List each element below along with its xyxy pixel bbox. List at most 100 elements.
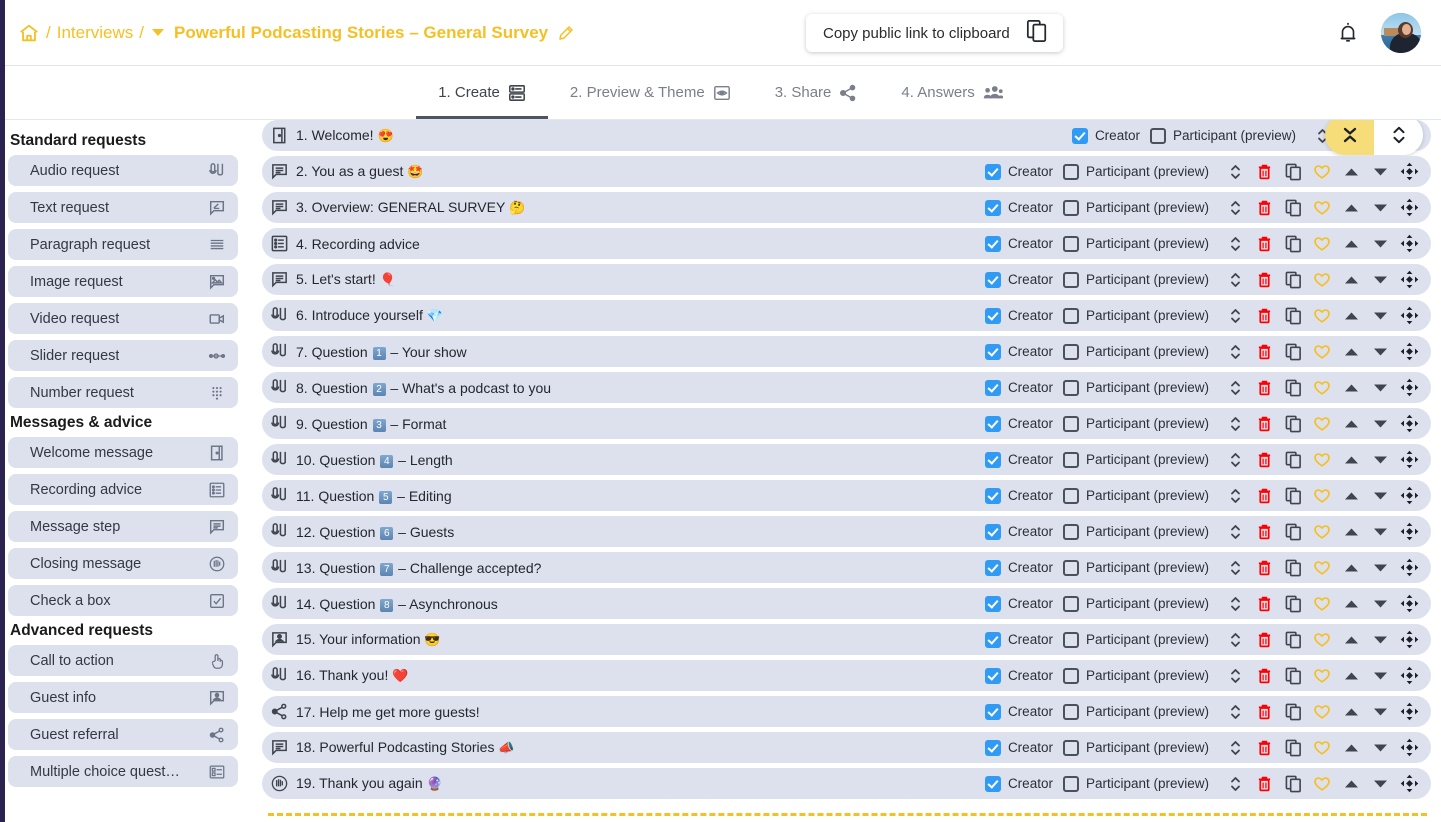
drag-move-icon[interactable] xyxy=(1399,558,1419,578)
role-creator[interactable]: Creator xyxy=(985,344,1053,360)
participant-checkbox[interactable] xyxy=(1063,272,1079,288)
drag-move-icon[interactable] xyxy=(1399,486,1419,506)
home-icon[interactable] xyxy=(18,22,40,44)
delete-icon[interactable] xyxy=(1254,486,1274,506)
table-row[interactable]: 6. Introduce yourself 💎 Creator Particip… xyxy=(262,300,1431,331)
creator-checkbox[interactable] xyxy=(985,272,1001,288)
duplicate-icon[interactable] xyxy=(1283,486,1303,506)
heart-icon[interactable] xyxy=(1312,486,1332,506)
role-creator[interactable]: Creator xyxy=(985,380,1053,396)
move-down-icon[interactable] xyxy=(1370,378,1390,398)
role-participant[interactable]: Participant (preview) xyxy=(1063,416,1209,432)
role-participant[interactable]: Participant (preview) xyxy=(1063,632,1209,648)
reorder-icon[interactable] xyxy=(1225,774,1245,794)
table-row[interactable]: 13. Question 7 – Challenge accepted? Cre… xyxy=(262,552,1431,583)
table-row[interactable]: 18. Powerful Podcasting Stories 📣 Creato… xyxy=(262,732,1431,763)
role-participant[interactable]: Participant (preview) xyxy=(1063,596,1209,612)
tab-create[interactable]: 1. Create xyxy=(416,66,548,119)
creator-checkbox[interactable] xyxy=(1072,128,1088,144)
table-row[interactable]: 5. Let's start! 🎈 Creator Participant (p… xyxy=(262,264,1431,295)
move-down-icon[interactable] xyxy=(1370,450,1390,470)
reorder-icon[interactable] xyxy=(1225,342,1245,362)
role-creator[interactable]: Creator xyxy=(985,704,1053,720)
delete-icon[interactable] xyxy=(1254,378,1274,398)
delete-icon[interactable] xyxy=(1254,198,1274,218)
drag-move-icon[interactable] xyxy=(1399,342,1419,362)
creator-checkbox[interactable] xyxy=(985,416,1001,432)
delete-icon[interactable] xyxy=(1254,522,1274,542)
move-down-icon[interactable] xyxy=(1370,630,1390,650)
duplicate-icon[interactable] xyxy=(1283,738,1303,758)
collapse-icon[interactable] xyxy=(1325,120,1374,155)
role-creator[interactable]: Creator xyxy=(985,524,1053,540)
heart-icon[interactable] xyxy=(1312,450,1332,470)
role-participant[interactable]: Participant (preview) xyxy=(1150,128,1296,144)
participant-checkbox[interactable] xyxy=(1063,740,1079,756)
pencil-icon[interactable] xyxy=(557,24,575,42)
table-row[interactable]: 16. Thank you! ❤️ Creator Participant (p… xyxy=(262,660,1431,691)
participant-checkbox[interactable] xyxy=(1063,632,1079,648)
move-down-icon[interactable] xyxy=(1370,738,1390,758)
duplicate-icon[interactable] xyxy=(1283,450,1303,470)
move-up-icon[interactable] xyxy=(1341,738,1361,758)
creator-checkbox[interactable] xyxy=(985,596,1001,612)
role-participant[interactable]: Participant (preview) xyxy=(1063,452,1209,468)
reorder-icon[interactable] xyxy=(1225,738,1245,758)
creator-checkbox[interactable] xyxy=(985,164,1001,180)
participant-checkbox[interactable] xyxy=(1063,524,1079,540)
heart-icon[interactable] xyxy=(1312,702,1332,722)
table-row[interactable]: 14. Question 8 – Asynchronous Creator Pa… xyxy=(262,588,1431,619)
role-participant[interactable]: Participant (preview) xyxy=(1063,200,1209,216)
reorder-icon[interactable] xyxy=(1225,630,1245,650)
drag-move-icon[interactable] xyxy=(1399,630,1419,650)
creator-checkbox[interactable] xyxy=(985,704,1001,720)
delete-icon[interactable] xyxy=(1254,666,1274,686)
role-participant[interactable]: Participant (preview) xyxy=(1063,308,1209,324)
move-up-icon[interactable] xyxy=(1341,486,1361,506)
delete-icon[interactable] xyxy=(1254,234,1274,254)
participant-checkbox[interactable] xyxy=(1063,668,1079,684)
table-row[interactable]: 4. Recording advice Creator Participant … xyxy=(262,228,1431,259)
role-participant[interactable]: Participant (preview) xyxy=(1063,524,1209,540)
role-creator[interactable]: Creator xyxy=(985,560,1053,576)
drag-move-icon[interactable] xyxy=(1399,234,1419,254)
reorder-icon[interactable] xyxy=(1225,666,1245,686)
sidebar-item-slider-request[interactable]: Slider request xyxy=(8,340,238,371)
move-up-icon[interactable] xyxy=(1341,558,1361,578)
role-creator[interactable]: Creator xyxy=(985,308,1053,324)
tab-preview-theme[interactable]: 2. Preview & Theme xyxy=(548,66,753,119)
participant-checkbox[interactable] xyxy=(1063,236,1079,252)
sidebar-item-number-request[interactable]: Number request xyxy=(8,377,238,408)
participant-checkbox[interactable] xyxy=(1063,200,1079,216)
move-up-icon[interactable] xyxy=(1341,234,1361,254)
role-creator[interactable]: Creator xyxy=(985,272,1053,288)
participant-checkbox[interactable] xyxy=(1063,560,1079,576)
table-row[interactable]: 7. Question 1 – Your show Creator Partic… xyxy=(262,336,1431,367)
reorder-icon[interactable] xyxy=(1225,450,1245,470)
reorder-icon[interactable] xyxy=(1225,558,1245,578)
drag-move-icon[interactable] xyxy=(1399,522,1419,542)
delete-icon[interactable] xyxy=(1254,738,1274,758)
drag-move-icon[interactable] xyxy=(1399,414,1419,434)
role-creator[interactable]: Creator xyxy=(985,668,1053,684)
sidebar-item-multiple-choice-question[interactable]: Multiple choice quest… xyxy=(8,756,238,787)
role-participant[interactable]: Participant (preview) xyxy=(1063,344,1209,360)
duplicate-icon[interactable] xyxy=(1283,558,1303,578)
creator-checkbox[interactable] xyxy=(985,200,1001,216)
role-creator[interactable]: Creator xyxy=(985,740,1053,756)
creator-checkbox[interactable] xyxy=(985,668,1001,684)
expand-icon[interactable] xyxy=(1374,120,1423,155)
heart-icon[interactable] xyxy=(1312,234,1332,254)
move-down-icon[interactable] xyxy=(1370,774,1390,794)
move-down-icon[interactable] xyxy=(1370,162,1390,182)
table-row[interactable]: 8. Question 2 – What's a podcast to you … xyxy=(262,372,1431,403)
table-row[interactable]: 2. You as a guest 🤩 Creator Participant … xyxy=(262,156,1431,187)
table-row[interactable]: 10. Question 4 – Length Creator Particip… xyxy=(262,444,1431,475)
participant-checkbox[interactable] xyxy=(1063,308,1079,324)
participant-checkbox[interactable] xyxy=(1063,596,1079,612)
bell-icon[interactable] xyxy=(1337,21,1359,45)
drag-move-icon[interactable] xyxy=(1399,378,1419,398)
duplicate-icon[interactable] xyxy=(1283,198,1303,218)
move-down-icon[interactable] xyxy=(1370,486,1390,506)
role-participant[interactable]: Participant (preview) xyxy=(1063,380,1209,396)
